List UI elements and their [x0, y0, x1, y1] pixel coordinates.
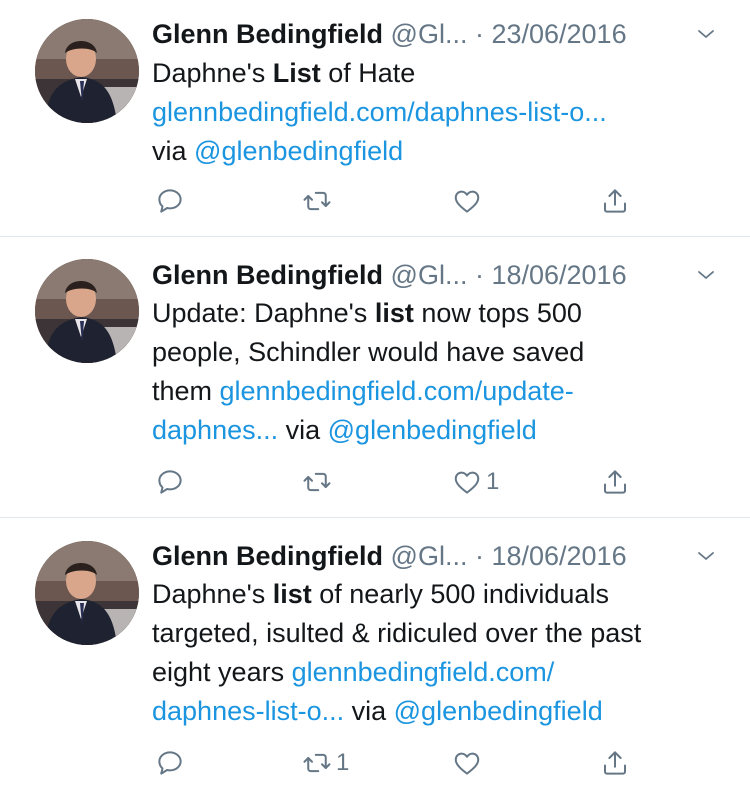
url-link[interactable]: glennbedingfield.com/daphnes-list-o...	[152, 97, 607, 127]
text-segment: via	[152, 136, 195, 166]
highlighted-keyword: list	[374, 298, 414, 328]
text-segment: via	[278, 415, 328, 445]
reply-button[interactable]	[155, 462, 185, 502]
share-button[interactable]	[600, 743, 630, 783]
text-segment: people, Schindler would have saved	[152, 337, 585, 367]
share-icon	[600, 467, 630, 497]
tweet-date[interactable]: · 23/06/2016	[475, 19, 627, 49]
author-handle[interactable]: @Gl...	[391, 541, 468, 571]
tweet-actions: 1	[0, 743, 750, 783]
avatar[interactable]	[35, 19, 139, 123]
text-segment: of nearly 500 individuals	[311, 579, 609, 609]
author-handle[interactable]: @Gl...	[391, 19, 468, 49]
tweet-date[interactable]: · 18/06/2016	[475, 260, 627, 290]
tweet-text-line: targeted, isulted & ridiculed over the p…	[152, 614, 732, 653]
heart-icon	[452, 748, 482, 778]
retweet-button[interactable]	[302, 462, 332, 502]
like-count: 1	[486, 468, 500, 495]
chevron-down-icon[interactable]	[694, 14, 720, 54]
tweet-text: Daphne's list of nearly 500 individuals t…	[152, 575, 732, 731]
mention-link[interactable]: @glenbedingfield	[194, 136, 403, 166]
text-segment: Daphne's	[152, 579, 273, 609]
tweet-text: Update: Daphne's list now tops 500 people…	[152, 294, 732, 450]
reply-button[interactable]	[155, 181, 185, 221]
text-segment: via	[344, 696, 394, 726]
retweet-button[interactable]: 1	[302, 743, 349, 783]
tweet-text-line: them glennbedingfield.com/update-	[152, 372, 732, 411]
like-button[interactable]	[452, 743, 482, 783]
reply-icon	[155, 186, 185, 216]
text-segment: eight years	[152, 657, 292, 687]
share-button[interactable]	[600, 181, 630, 221]
highlighted-keyword: list	[272, 579, 312, 609]
reply-button[interactable]	[155, 743, 185, 783]
text-segment: Update: Daphne's	[152, 298, 375, 328]
text-segment: of Hate	[320, 58, 416, 88]
heart-icon	[452, 186, 482, 216]
tweet-actions	[0, 181, 750, 221]
retweet-icon	[302, 186, 332, 216]
avatar[interactable]	[35, 259, 139, 363]
text-segment: targeted, isulted & ridiculed over the p…	[152, 618, 642, 648]
url-link[interactable]: daphnes...	[152, 415, 278, 445]
url-link[interactable]: daphnes-list-o...	[152, 696, 344, 726]
share-icon	[600, 186, 630, 216]
avatar[interactable]	[35, 541, 139, 645]
author-name[interactable]: Glenn Bedingfield	[152, 260, 383, 290]
tweet-text-line: Update: Daphne's list now tops 500	[152, 294, 732, 333]
highlighted-keyword: List	[272, 58, 321, 88]
text-segment: them	[152, 376, 220, 406]
tweet-text-line: Daphne's List of Hate	[152, 54, 732, 93]
retweet-button[interactable]	[302, 181, 332, 221]
tweet-date[interactable]: · 18/06/2016	[475, 541, 627, 571]
mention-link[interactable]: @glenbedingfield	[394, 696, 603, 726]
tweet-text-line: via @glenbedingfield	[152, 132, 732, 171]
tweet-actions: 1	[0, 462, 750, 502]
heart-icon	[452, 467, 482, 497]
tweet-text-line: eight years glennbedingfield.com/	[152, 653, 732, 692]
tweet-text-line: daphnes-list-o... via @glenbedingfield	[152, 692, 732, 731]
tweet-header: Glenn Bedingfield @Gl... · 18/06/2016	[152, 536, 722, 576]
reply-icon	[155, 748, 185, 778]
tweet[interactable]: Glenn Bedingfield @Gl... · 23/06/2016 Da…	[0, 0, 750, 236]
retweet-icon	[302, 467, 332, 497]
tweet-text-line: people, Schindler would have saved	[152, 333, 732, 372]
mention-link[interactable]: @glenbedingfield	[328, 415, 537, 445]
url-link[interactable]: glennbedingfield.com/update-	[220, 376, 574, 406]
author-handle[interactable]: @Gl...	[391, 260, 468, 290]
tweet-text: Daphne's List of Hate glennbedingfield.co…	[152, 54, 732, 171]
like-button[interactable]	[452, 181, 482, 221]
url-link[interactable]: glennbedingfield.com/	[292, 657, 555, 687]
tweet-header: Glenn Bedingfield @Gl... · 18/06/2016	[152, 255, 722, 295]
tweet-text-line: daphnes... via @glenbedingfield	[152, 411, 732, 450]
share-button[interactable]	[600, 462, 630, 502]
reply-icon	[155, 467, 185, 497]
like-button[interactable]: 1	[452, 462, 499, 502]
tweet-header: Glenn Bedingfield @Gl... · 23/06/2016	[152, 14, 722, 54]
text-segment: Daphne's	[152, 58, 273, 88]
chevron-down-icon[interactable]	[694, 536, 720, 576]
author-name[interactable]: Glenn Bedingfield	[152, 19, 383, 49]
chevron-down-icon[interactable]	[694, 255, 720, 295]
tweet-text-line: Daphne's list of nearly 500 individuals	[152, 575, 732, 614]
retweet-icon	[302, 748, 332, 778]
tweet[interactable]: Glenn Bedingfield @Gl... · 18/06/2016 Up…	[0, 237, 750, 517]
retweet-count: 1	[336, 749, 350, 776]
share-icon	[600, 748, 630, 778]
tweet-text-line: glennbedingfield.com/daphnes-list-o...	[152, 93, 732, 132]
author-name[interactable]: Glenn Bedingfield	[152, 541, 383, 571]
text-segment: now tops 500	[413, 298, 582, 328]
tweet[interactable]: Glenn Bedingfield @Gl... · 18/06/2016 Da…	[0, 518, 750, 793]
